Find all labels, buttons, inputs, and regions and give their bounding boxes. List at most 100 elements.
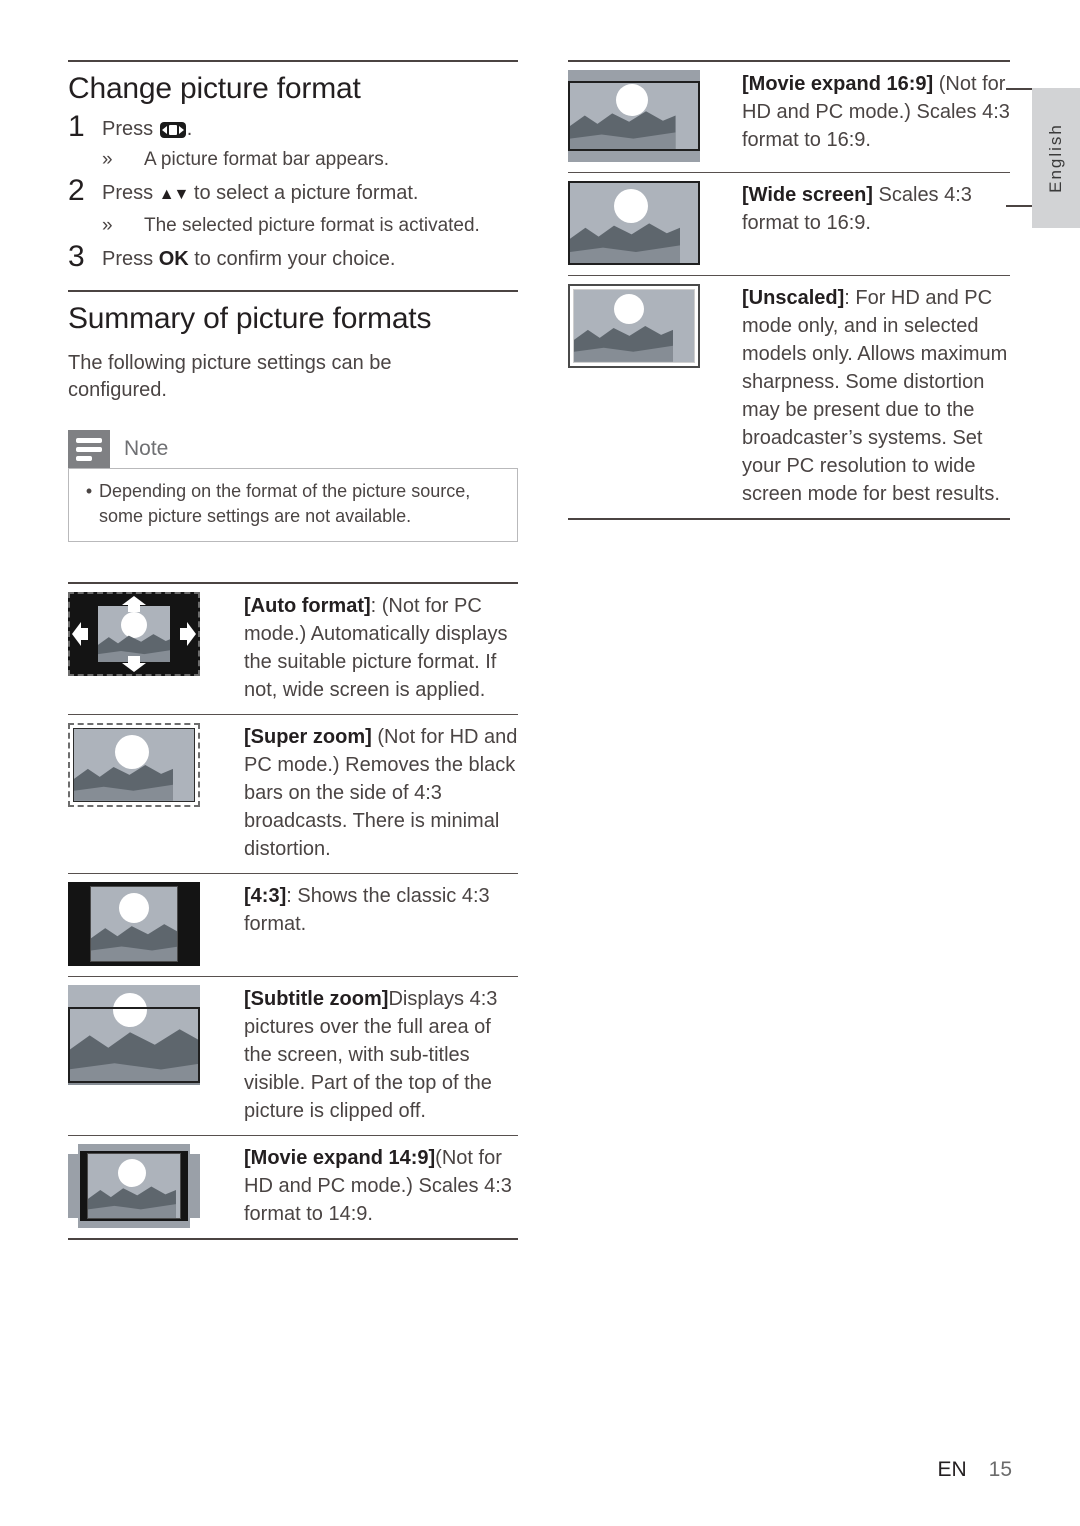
thumbnail-cell [568, 284, 718, 368]
step-1-text-after: . [186, 118, 193, 140]
format-name: [Subtitle zoom] [244, 988, 389, 1010]
table-row: [Auto format]: (Not for PC mode.) Automa… [68, 584, 518, 714]
movie-expand-14-9-thumbnail [68, 1144, 200, 1228]
guillemet-icon: » [102, 215, 113, 236]
fmt-divider-bottom [68, 1238, 518, 1240]
table-row: [Unscaled]: For HD and PC mode only, and… [568, 276, 1010, 518]
footer-page-number: 15 [988, 1458, 1012, 1481]
table-row: [Movie expand 16:9] (Not for HD and PC m… [568, 62, 1010, 172]
format-name: [Movie expand 14:9] [244, 1147, 436, 1169]
arrow-down-icon [122, 656, 146, 672]
super-zoom-thumbnail [68, 723, 200, 807]
arrow-up-icon [122, 596, 146, 612]
table-row: [Movie expand 14:9](Not for HD and PC mo… [68, 1136, 518, 1238]
step-2-substep: » The selected picture format is activat… [102, 213, 518, 238]
thumbnail-cell [68, 1144, 218, 1228]
step-2-text-before: Press [102, 182, 154, 204]
format-description: [Auto format]: (Not for PC mode.) Automa… [218, 592, 518, 704]
subtitle-zoom-crop-frame [68, 1007, 200, 1083]
ok-button-label: OK [158, 248, 189, 270]
divider-section2 [68, 290, 518, 292]
corner-marker-icon [190, 1144, 200, 1154]
wide-screen-thumbnail [568, 181, 700, 265]
left-column: Change picture format 1 Press . » A pict… [68, 60, 518, 1240]
note-icon [68, 430, 110, 468]
step-2-number: 2 [68, 174, 85, 207]
arrow-left-icon [72, 622, 88, 646]
thumbnail-cell [568, 181, 718, 265]
step-1-number: 1 [68, 110, 85, 143]
step-3: 3 Press OK to confirm your choice. [68, 240, 518, 274]
format-description: [Unscaled]: For HD and PC mode only, and… [718, 284, 1010, 508]
right-column: [Movie expand 16:9] (Not for HD and PC m… [568, 60, 1010, 520]
step-1-substep-text: A picture format bar appears. [144, 149, 390, 170]
step-3-number: 3 [68, 240, 85, 273]
fmt-divider-bottom [568, 518, 1010, 520]
unscaled-thumbnail [568, 284, 700, 368]
table-row: [4:3]: Shows the classic 4:3 format. [68, 874, 518, 976]
guillemet-icon: » [102, 149, 113, 170]
picture-format-table-right: [Movie expand 16:9] (Not for HD and PC m… [568, 60, 1010, 520]
step-2-text: Press ▲▼ to select a picture format. [102, 180, 518, 208]
step-3-text: Press OK to confirm your choice. [102, 246, 518, 272]
arrow-right-icon [180, 622, 196, 646]
step-1: 1 Press . » A picture format bar appears… [68, 110, 518, 172]
step-3-text-after: to confirm your choice. [194, 248, 396, 270]
step-1-substep: » A picture format bar appears. [102, 147, 518, 172]
format-name: [Unscaled] [742, 287, 845, 309]
format-description: [Super zoom] (Not for HD and PC mode.) R… [218, 723, 518, 863]
format-name: [Movie expand 16:9] [742, 73, 934, 95]
corner-marker-icon [68, 1218, 78, 1228]
auto-format-inner-image [98, 606, 170, 662]
format-description: [Movie expand 16:9] (Not for HD and PC m… [718, 70, 1010, 154]
language-tab: English [1032, 88, 1080, 228]
format-description: [Wide screen] Scales 4:3 format to 16:9. [718, 181, 1010, 237]
thumbnail-cell [68, 723, 218, 807]
thumbnail-cell [68, 592, 218, 676]
note-body: • Depending on the format of the picture… [68, 468, 518, 542]
subtitle-zoom-thumbnail [68, 985, 200, 1085]
section2-intro: The following picture settings can be co… [68, 352, 392, 401]
step-2: 2 Press ▲▼ to select a picture format. »… [68, 174, 518, 238]
format-name: [Auto format] [244, 595, 371, 617]
up-down-arrows-icon: ▲▼ [158, 186, 190, 203]
page-title: Change picture format [68, 72, 361, 105]
thumbnail-cell [68, 985, 218, 1085]
steps-list: 1 Press . » A picture format bar appears… [68, 110, 518, 274]
note-header: Note [68, 430, 518, 468]
step-1-text: Press . [102, 116, 518, 142]
movie-expand-16-9-thumbnail [568, 70, 700, 162]
divider-top-left [68, 60, 518, 62]
format-name: [4:3] [244, 885, 287, 907]
step-2-substep-text: The selected picture format is activated… [144, 215, 480, 236]
format-description: [4:3]: Shows the classic 4:3 format. [218, 882, 518, 938]
corner-marker-icon [68, 1144, 78, 1154]
thumbnail-cell [568, 70, 718, 162]
note-label: Note [124, 437, 169, 460]
picture-format-key-icon [159, 122, 186, 138]
table-row: [Subtitle zoom]Displays 4:3 pictures ove… [68, 977, 518, 1135]
manual-page: English Change picture format 1 Press . … [0, 0, 1080, 1526]
four-three-thumbnail [68, 882, 200, 966]
table-row: [Wide screen] Scales 4:3 format to 16:9. [568, 173, 1010, 275]
page-footer: EN 15 [937, 1458, 1012, 1482]
format-detail: : For HD and PC mode only, and in select… [742, 287, 1008, 505]
picture-format-table-left: [Auto format]: (Not for PC mode.) Automa… [68, 582, 518, 1240]
footer-locale: EN [937, 1458, 967, 1481]
table-row: [Super zoom] (Not for HD and PC mode.) R… [68, 715, 518, 873]
corner-marker-icon [190, 1218, 200, 1228]
step-1-text-before: Press [102, 118, 154, 140]
format-name: [Super zoom] [244, 726, 372, 748]
auto-format-thumbnail [68, 592, 200, 676]
format-description: [Movie expand 14:9](Not for HD and PC mo… [218, 1144, 518, 1228]
step-2-text-after: to select a picture format. [193, 182, 419, 204]
step-3-text-before: Press [102, 248, 154, 270]
thumbnail-cell [68, 882, 218, 966]
section2-title: Summary of picture formats [68, 302, 432, 335]
note-text: Depending on the format of the picture s… [99, 481, 471, 526]
language-tab-label: English [1046, 123, 1065, 193]
note-bullet-icon: • [85, 481, 93, 501]
note-box: Note • Depending on the format of the pi… [68, 430, 518, 542]
format-name: [Wide screen] [742, 184, 873, 206]
format-description: [Subtitle zoom]Displays 4:3 pictures ove… [218, 985, 518, 1125]
